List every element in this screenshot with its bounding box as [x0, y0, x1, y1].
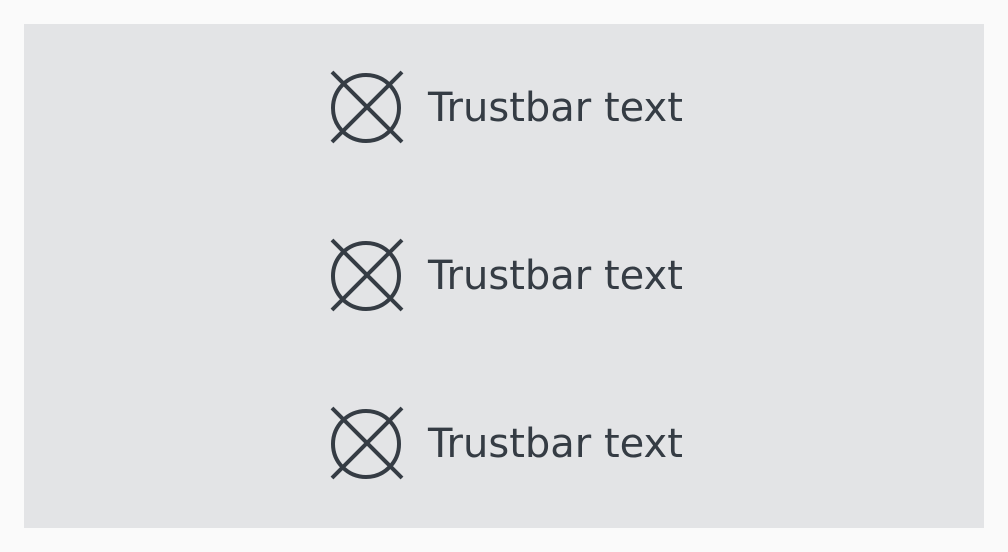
trustbar-item-label: Trustbar text [428, 253, 683, 299]
trustbar: Trustbar text Trustbar text Trustbar tex… [24, 24, 984, 528]
placeholder-image-icon [330, 406, 406, 482]
trustbar-item-label: Trustbar text [428, 421, 683, 467]
trustbar-item-label: Trustbar text [428, 85, 683, 131]
trustbar-item: Trustbar text [330, 238, 683, 314]
trustbar-item: Trustbar text [330, 70, 683, 146]
placeholder-image-icon [330, 70, 406, 146]
placeholder-image-icon [330, 238, 406, 314]
trustbar-item: Trustbar text [330, 406, 683, 482]
